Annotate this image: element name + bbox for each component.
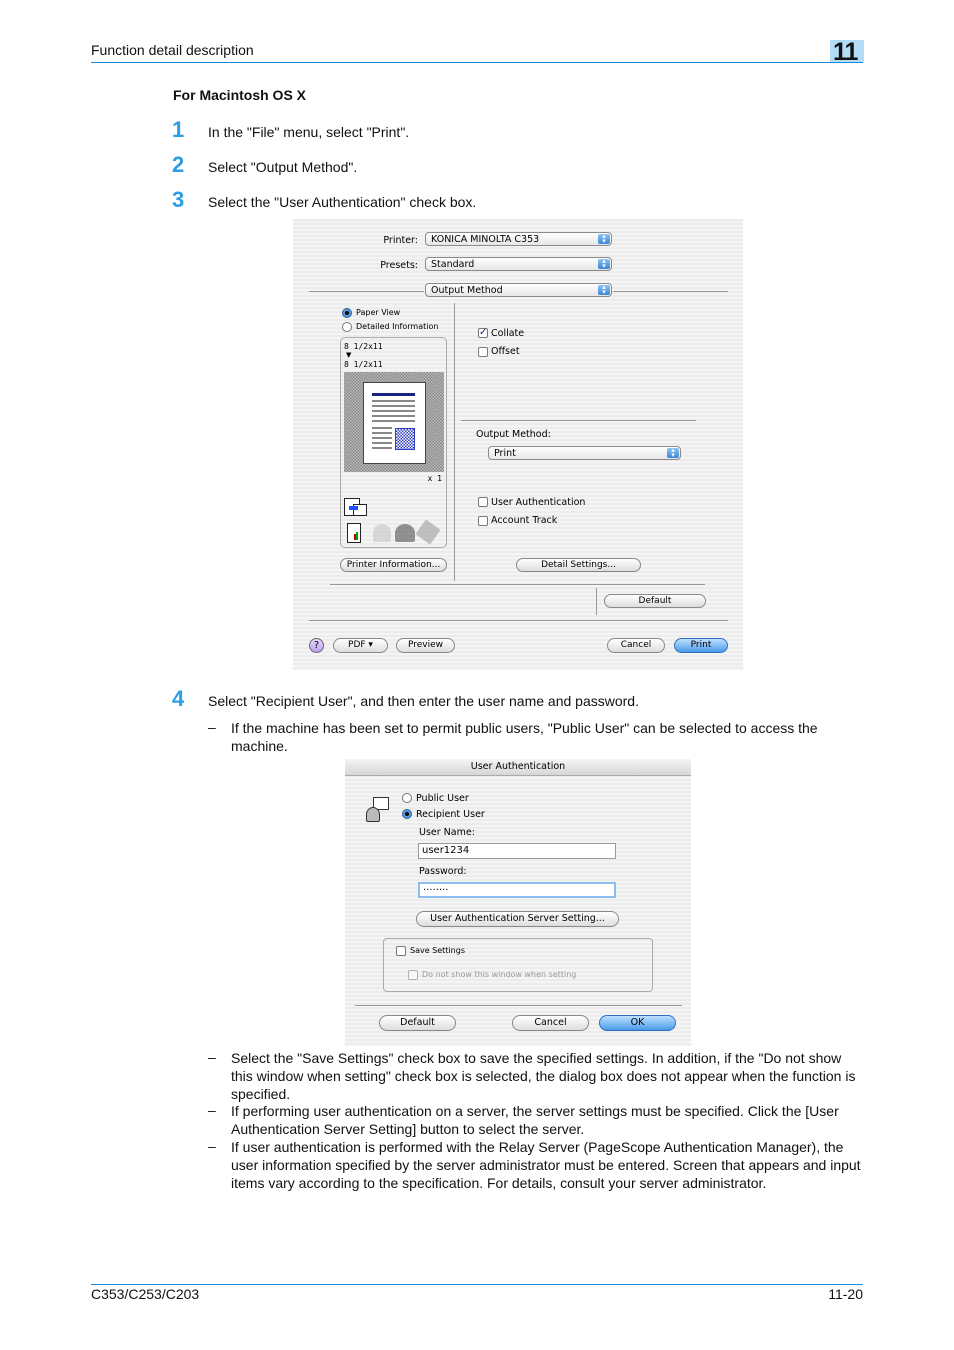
user-authentication-dialog: User Authentication Public User Recipien… <box>345 759 691 1046</box>
user-authentication-checkbox[interactable] <box>478 497 488 507</box>
report-icon <box>347 523 361 543</box>
account-track-checkbox[interactable] <box>478 516 488 526</box>
footer-page-number: 11-20 <box>828 1286 863 1302</box>
popup-arrows-icon: ▴ ▾ <box>598 258 610 270</box>
paper-to: 8 1/2x11 <box>344 360 383 369</box>
paper-view-label: Paper View <box>356 308 401 317</box>
presets-label: Presets: <box>380 260 418 271</box>
dont-show-checkbox[interactable] <box>408 970 418 980</box>
step-number: 1 <box>172 117 185 142</box>
step-text: Select the "User Authentication" check b… <box>208 194 477 210</box>
user-auth-icon <box>366 797 389 822</box>
step-number: 3 <box>172 187 185 212</box>
bullet-dash: – <box>208 719 216 735</box>
presets-select[interactable]: Standard ▴ ▾ <box>425 257 612 271</box>
printer-select[interactable]: KONICA MINOLTA C353 ▴ ▾ <box>425 232 612 246</box>
public-user-label: Public User <box>416 793 469 804</box>
arrow-down-icon: ▼ <box>346 351 352 359</box>
preview-button[interactable]: Preview <box>396 638 455 653</box>
user-authentication-label: User Authentication <box>491 497 586 508</box>
detailed-info-label: Detailed Information <box>356 322 439 331</box>
step-text: Select "Recipient User", and then enter … <box>208 693 639 709</box>
account-track-label: Account Track <box>491 515 558 526</box>
dialog-title: User Authentication <box>470 761 566 772</box>
divider <box>309 620 728 621</box>
popup-arrows-icon: ▴ ▾ <box>598 284 610 296</box>
detailed-info-radio[interactable] <box>342 322 352 332</box>
note-text: Select the "Save Settings" check box to … <box>231 1050 856 1102</box>
note-text: If user authentication is performed with… <box>231 1139 861 1191</box>
group-icon <box>395 524 415 542</box>
divider <box>330 584 705 585</box>
username-label: User Name: <box>419 827 475 838</box>
bullet-dash: – <box>208 1138 216 1154</box>
popup-arrows-icon: ▴ ▾ <box>598 233 610 245</box>
bullet-dash: – <box>208 1102 216 1118</box>
step-number: 2 <box>172 152 185 177</box>
help-button[interactable]: ? <box>309 638 324 653</box>
collate-label: Collate <box>491 328 525 339</box>
pdf-button[interactable]: PDF ▾ <box>333 638 388 653</box>
cancel-button[interactable]: Cancel <box>512 1015 589 1031</box>
step-number: 4 <box>172 686 185 711</box>
default-button[interactable]: Default <box>604 594 706 608</box>
detail-settings-button[interactable]: Detail Settings... <box>516 558 641 572</box>
cancel-button[interactable]: Cancel <box>607 638 665 653</box>
page-thumbnail-icon <box>363 382 426 464</box>
paper-from: 8 1/2x11 <box>344 342 383 351</box>
output-method-select[interactable]: Print ▴ ▾ <box>488 446 681 460</box>
section-title: For Macintosh OS X <box>173 87 307 103</box>
printer-information-button[interactable]: Printer Information... <box>340 558 447 572</box>
save-settings-label: Save Settings <box>410 946 465 955</box>
note-text: If performing user authentication on a s… <box>231 1103 839 1137</box>
divider <box>309 291 424 292</box>
step-text: Select "Output Method". <box>208 159 358 175</box>
print-dialog: Printer: KONICA MINOLTA C353 ▴ ▾ Presets:… <box>293 219 743 670</box>
server-setting-button[interactable]: User Authentication Server Setting... <box>416 911 619 927</box>
dont-show-label: Do not show this window when setting <box>422 970 577 979</box>
divider <box>355 1005 682 1006</box>
presets-value: Standard <box>431 259 475 270</box>
public-user-radio[interactable] <box>402 793 412 803</box>
footer-divider <box>91 1284 863 1285</box>
note-text: If the machine has been set to permit pu… <box>231 720 818 754</box>
preview-box: 8 1/2x11 ▼ 8 1/2x11 x 1 <box>340 337 447 548</box>
output-method-label: Output Method: <box>476 429 551 440</box>
output-method-value: Print <box>494 448 516 459</box>
password-input[interactable]: ········ <box>418 882 616 898</box>
bullet-dash: – <box>208 1049 216 1065</box>
printer-value: KONICA MINOLTA C353 <box>431 234 540 245</box>
footer-model: C353/C253/C203 <box>91 1286 200 1302</box>
settings-group: Save Settings Do not show this window wh… <box>383 938 653 992</box>
step-text: In the "File" menu, select "Print". <box>208 124 410 140</box>
collate-checkbox[interactable]: ✓ <box>478 328 488 338</box>
save-settings-checkbox[interactable] <box>396 946 406 956</box>
print-button[interactable]: Print <box>674 638 728 653</box>
recipient-user-radio[interactable] <box>402 809 412 819</box>
divider <box>613 291 728 292</box>
username-input[interactable]: user1234 <box>418 843 616 859</box>
divider <box>596 588 597 615</box>
panel-select[interactable]: Output Method ▴ ▾ <box>425 283 612 297</box>
recipient-user-label: Recipient User <box>416 809 485 820</box>
paper-preview <box>344 372 444 472</box>
copies-count: x 1 <box>427 474 442 483</box>
offset-checkbox[interactable] <box>478 347 488 357</box>
ok-button[interactable]: OK <box>599 1015 676 1031</box>
printer-label: Printer: <box>383 235 418 246</box>
paper-view-radio[interactable] <box>342 308 352 318</box>
panel-value: Output Method <box>431 285 503 296</box>
default-button[interactable]: Default <box>379 1015 456 1031</box>
offset-label: Offset <box>491 346 520 357</box>
popup-arrows-icon: ▴ ▾ <box>667 447 679 459</box>
stack-icon <box>415 519 441 545</box>
dialog-title-bar: User Authentication <box>345 759 691 776</box>
running-header: Function detail description <box>91 42 254 58</box>
user-icon <box>373 524 391 542</box>
header-divider <box>91 62 863 63</box>
output-icon <box>344 498 367 516</box>
password-label: Password: <box>419 866 467 877</box>
divider <box>461 420 696 421</box>
divider <box>454 303 455 581</box>
